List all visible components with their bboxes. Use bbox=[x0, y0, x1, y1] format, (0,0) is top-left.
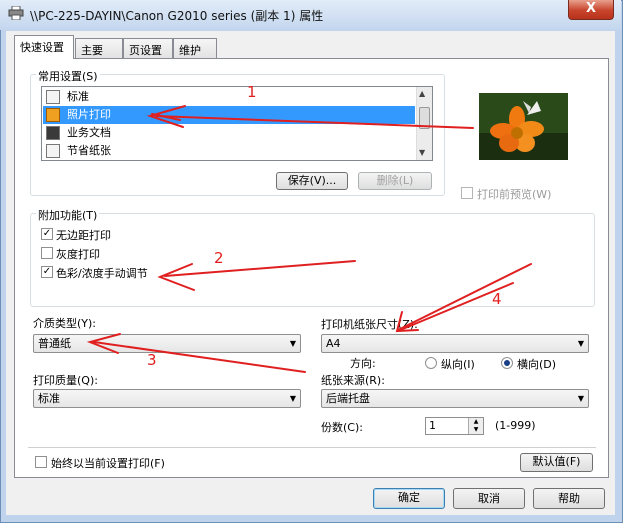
window-title: \\PC-225-DAYIN\Canon G2010 series (副本 1)… bbox=[30, 9, 324, 23]
list-item-label: 照片打印 bbox=[67, 108, 111, 121]
color-adjust-checkbox[interactable]: ✓ bbox=[41, 266, 53, 278]
always-print-label: 始终以当前设置打印(F) bbox=[51, 457, 165, 470]
spin-down-icon[interactable]: ▼ bbox=[469, 426, 483, 434]
media-type-select[interactable]: 普通纸 ▼ bbox=[33, 334, 301, 353]
common-settings-list[interactable]: 标准 照片打印 业务文档 节省纸张 ▲ ▼ bbox=[41, 86, 433, 161]
landscape-label: 横向(D) bbox=[517, 358, 557, 371]
always-print-checkbox[interactable] bbox=[35, 456, 47, 468]
delete-button[interactable]: 删除(L) bbox=[358, 172, 432, 190]
save-button[interactable]: 保存(V)... bbox=[276, 172, 348, 190]
paper-source-select[interactable]: 后端托盘 ▼ bbox=[321, 389, 589, 408]
media-type-label: 介质类型(Y): bbox=[33, 317, 97, 330]
baidu-watermark bbox=[466, 480, 618, 520]
tab-quick-setup[interactable]: 快速设置 bbox=[14, 35, 74, 59]
print-quality-label: 打印质量(Q): bbox=[33, 374, 98, 387]
list-item-label: 节省纸张 bbox=[67, 144, 111, 157]
defaults-button[interactable]: 默认值(F) bbox=[520, 453, 593, 472]
tab-main[interactable]: 主要 bbox=[75, 38, 123, 58]
list-item[interactable]: 标准 bbox=[43, 88, 415, 106]
preview-checkbox[interactable] bbox=[461, 187, 473, 199]
landscape-radio[interactable] bbox=[501, 357, 513, 369]
additional-features-label: 附加功能(T) bbox=[36, 207, 100, 223]
annotation-number-2: 2 bbox=[214, 249, 224, 267]
copies-range: (1-999) bbox=[495, 419, 536, 432]
printer-icon bbox=[8, 5, 24, 21]
chevron-down-icon: ▼ bbox=[577, 394, 584, 403]
print-quality-select[interactable]: 标准 ▼ bbox=[33, 389, 301, 408]
chevron-down-icon: ▼ bbox=[289, 339, 296, 348]
list-item[interactable]: 照片打印 bbox=[43, 106, 415, 124]
divider bbox=[28, 447, 596, 448]
standard-icon bbox=[46, 90, 60, 104]
list-item-label: 业务文档 bbox=[67, 126, 111, 139]
media-type-value: 普通纸 bbox=[38, 337, 71, 350]
scroll-down-icon[interactable]: ▼ bbox=[419, 148, 425, 157]
print-quality-value: 标准 bbox=[38, 392, 60, 405]
scroll-up-icon[interactable]: ▲ bbox=[419, 89, 425, 98]
copies-spinbox[interactable]: 1 ▲ ▼ bbox=[425, 417, 484, 435]
business-doc-icon bbox=[46, 126, 60, 140]
grayscale-label: 灰度打印 bbox=[56, 248, 100, 261]
list-item-label: 标准 bbox=[67, 90, 89, 103]
annotation-number-1: 1 bbox=[247, 83, 257, 101]
paper-source-value: 后端托盘 bbox=[326, 392, 370, 405]
photo-preview-image bbox=[479, 93, 568, 160]
chevron-down-icon: ▼ bbox=[577, 339, 584, 348]
spin-up-icon[interactable]: ▲ bbox=[469, 418, 483, 426]
borderless-checkbox[interactable]: ✓ bbox=[41, 228, 53, 240]
ok-button[interactable]: 确定 bbox=[373, 488, 445, 509]
scroll-thumb[interactable] bbox=[419, 107, 430, 129]
copies-spin-buttons[interactable]: ▲ ▼ bbox=[468, 418, 483, 434]
list-item[interactable]: 业务文档 bbox=[43, 124, 415, 142]
portrait-radio[interactable] bbox=[425, 357, 437, 369]
annotation-number-3: 3 bbox=[147, 351, 157, 369]
additional-features-group bbox=[30, 213, 595, 307]
chevron-down-icon: ▼ bbox=[289, 394, 296, 403]
portrait-label: 纵向(I) bbox=[441, 358, 475, 371]
copies-label: 份数(C): bbox=[321, 421, 363, 434]
list-scrollbar[interactable]: ▲ ▼ bbox=[416, 87, 432, 160]
annotation-number-4: 4 bbox=[492, 290, 502, 308]
grayscale-checkbox[interactable] bbox=[41, 247, 53, 259]
close-button[interactable]: X bbox=[568, 0, 614, 20]
paper-size-select[interactable]: A4 ▼ bbox=[321, 334, 589, 353]
color-adjust-label: 色彩/浓度手动调节 bbox=[56, 267, 148, 280]
photo-print-icon bbox=[46, 108, 60, 122]
tab-page-setup[interactable]: 页设置 bbox=[123, 38, 173, 58]
paper-source-label: 纸张来源(R): bbox=[321, 374, 385, 387]
tab-maintenance[interactable]: 维护 bbox=[173, 38, 217, 58]
paper-size-value: A4 bbox=[326, 337, 341, 350]
borderless-label: 无边距打印 bbox=[56, 229, 111, 242]
common-settings-label: 常用设置(S) bbox=[36, 68, 100, 84]
paper-saving-icon bbox=[46, 144, 60, 158]
paper-size-label: 打印机纸张尺寸(Z): bbox=[321, 318, 418, 331]
copies-value: 1 bbox=[429, 419, 436, 432]
list-item[interactable]: 节省纸张 bbox=[43, 142, 415, 160]
preview-checkbox-label: 打印前预览(W) bbox=[477, 188, 552, 201]
orientation-label: 方向: bbox=[350, 357, 376, 370]
